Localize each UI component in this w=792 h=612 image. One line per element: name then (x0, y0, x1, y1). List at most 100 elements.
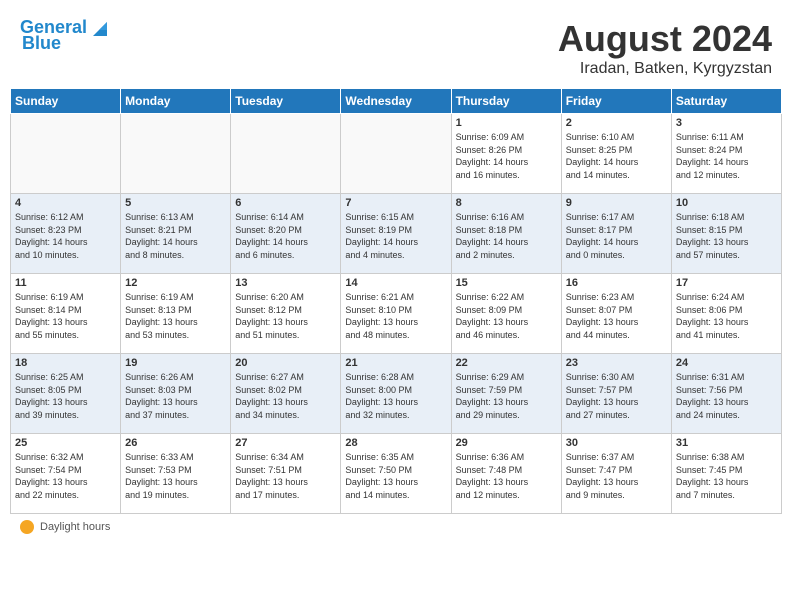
calendar-cell: 29 Sunrise: 6:36 AM Sunset: 7:48 PM Dayli… (451, 434, 561, 514)
day-info: Sunrise: 6:29 AM Sunset: 7:59 PM Dayligh… (456, 371, 557, 421)
day-number: 31 (676, 437, 777, 449)
month-year-title: August 2024 (558, 18, 772, 60)
calendar-cell: 31 Sunrise: 6:38 AM Sunset: 7:45 PM Dayli… (671, 434, 781, 514)
calendar-cell: 30 Sunrise: 6:37 AM Sunset: 7:47 PM Dayli… (561, 434, 671, 514)
calendar-cell: 19 Sunrise: 6:26 AM Sunset: 8:03 PM Dayli… (121, 354, 231, 434)
col-header-monday: Monday (121, 89, 231, 114)
day-info: Sunrise: 6:34 AM Sunset: 7:51 PM Dayligh… (235, 451, 336, 501)
calendar-cell: 1 Sunrise: 6:09 AM Sunset: 8:26 PM Daylig… (451, 114, 561, 194)
day-info: Sunrise: 6:24 AM Sunset: 8:06 PM Dayligh… (676, 291, 777, 341)
day-number: 11 (15, 277, 116, 289)
day-info: Sunrise: 6:23 AM Sunset: 8:07 PM Dayligh… (566, 291, 667, 341)
logo-icon (89, 16, 111, 38)
day-info: Sunrise: 6:26 AM Sunset: 8:03 PM Dayligh… (125, 371, 226, 421)
calendar-cell: 18Sunrise: 6:25 AM Sunset: 8:05 PM Dayli… (11, 354, 121, 434)
calendar-cell: 14Sunrise: 6:21 AM Sunset: 8:10 PM Dayli… (341, 274, 451, 354)
calendar-cell: 2Sunrise: 6:10 AM Sunset: 8:25 PM Daylig… (561, 114, 671, 194)
calendar-cell (231, 114, 341, 194)
day-info: Sunrise: 6:36 AM Sunset: 7:48 PM Dayligh… (456, 451, 557, 501)
col-header-wednesday: Wednesday (341, 89, 451, 114)
day-number: 16 (566, 277, 667, 289)
calendar-cell (121, 114, 231, 194)
calendar-cell: 23 Sunrise: 6:30 AM Sunset: 7:57 PM Dayli… (561, 354, 671, 434)
day-number: 3 (676, 117, 777, 129)
calendar-cell: 27 Sunrise: 6:34 AM Sunset: 7:51 PM Dayli… (231, 434, 341, 514)
day-number: 4 (15, 197, 116, 209)
logo: General Blue (20, 18, 111, 54)
day-info: Sunrise: 6:30 AM Sunset: 7:57 PM Dayligh… (566, 371, 667, 421)
day-number: 1 (456, 117, 557, 129)
col-header-tuesday: Tuesday (231, 89, 341, 114)
calendar-week-row: 1 Sunrise: 6:09 AM Sunset: 8:26 PM Daylig… (11, 114, 782, 194)
page-header: General Blue August 2024 Iradan, Batken,… (10, 10, 782, 82)
calendar-cell: 24Sunrise: 6:31 AM Sunset: 7:56 PM Dayli… (671, 354, 781, 434)
calendar-cell: 26 Sunrise: 6:33 AM Sunset: 7:53 PM Dayli… (121, 434, 231, 514)
calendar-cell: 10Sunrise: 6:18 AM Sunset: 8:15 PM Dayli… (671, 194, 781, 274)
day-number: 8 (456, 197, 557, 209)
day-info: Sunrise: 6:17 AM Sunset: 8:17 PM Dayligh… (566, 211, 667, 261)
calendar-cell: 22 Sunrise: 6:29 AM Sunset: 7:59 PM Dayli… (451, 354, 561, 434)
day-number: 13 (235, 277, 336, 289)
sun-icon (20, 520, 34, 534)
day-info: Sunrise: 6:37 AM Sunset: 7:47 PM Dayligh… (566, 451, 667, 501)
calendar-cell: 15 Sunrise: 6:22 AM Sunset: 8:09 PM Dayli… (451, 274, 561, 354)
calendar-cell: 13 Sunrise: 6:20 AM Sunset: 8:12 PM Dayli… (231, 274, 341, 354)
calendar-cell: 20 Sunrise: 6:27 AM Sunset: 8:02 PM Dayli… (231, 354, 341, 434)
day-info: Sunrise: 6:32 AM Sunset: 7:54 PM Dayligh… (15, 451, 116, 501)
day-info: Sunrise: 6:13 AM Sunset: 8:21 PM Dayligh… (125, 211, 226, 261)
day-info: Sunrise: 6:28 AM Sunset: 8:00 PM Dayligh… (345, 371, 446, 421)
day-info: Sunrise: 6:27 AM Sunset: 8:02 PM Dayligh… (235, 371, 336, 421)
day-info: Sunrise: 6:14 AM Sunset: 8:20 PM Dayligh… (235, 211, 336, 261)
calendar-cell (11, 114, 121, 194)
daylight-label: Daylight hours (40, 521, 110, 533)
day-info: Sunrise: 6:38 AM Sunset: 7:45 PM Dayligh… (676, 451, 777, 501)
day-number: 17 (676, 277, 777, 289)
day-number: 26 (125, 437, 226, 449)
day-number: 12 (125, 277, 226, 289)
day-info: Sunrise: 6:21 AM Sunset: 8:10 PM Dayligh… (345, 291, 446, 341)
day-number: 2 (566, 117, 667, 129)
day-info: Sunrise: 6:18 AM Sunset: 8:15 PM Dayligh… (676, 211, 777, 261)
calendar-cell: 3 Sunrise: 6:11 AM Sunset: 8:24 PM Daylig… (671, 114, 781, 194)
logo-blue: Blue (22, 33, 61, 53)
day-number: 28 (345, 437, 446, 449)
day-number: 27 (235, 437, 336, 449)
day-number: 22 (456, 357, 557, 369)
calendar-week-row: 25 Sunrise: 6:32 AM Sunset: 7:54 PM Dayli… (11, 434, 782, 514)
calendar-week-row: 4Sunrise: 6:12 AM Sunset: 8:23 PM Daylig… (11, 194, 782, 274)
calendar-cell: 6 Sunrise: 6:14 AM Sunset: 8:20 PM Daylig… (231, 194, 341, 274)
calendar-footer: Daylight hours (10, 514, 782, 534)
calendar-header-row: SundayMondayTuesdayWednesdayThursdayFrid… (11, 89, 782, 114)
day-number: 29 (456, 437, 557, 449)
day-number: 7 (345, 197, 446, 209)
calendar-cell: 16 Sunrise: 6:23 AM Sunset: 8:07 PM Dayli… (561, 274, 671, 354)
day-number: 23 (566, 357, 667, 369)
day-number: 6 (235, 197, 336, 209)
calendar-week-row: 11Sunrise: 6:19 AM Sunset: 8:14 PM Dayli… (11, 274, 782, 354)
day-info: Sunrise: 6:22 AM Sunset: 8:09 PM Dayligh… (456, 291, 557, 341)
day-number: 24 (676, 357, 777, 369)
day-info: Sunrise: 6:19 AM Sunset: 8:13 PM Dayligh… (125, 291, 226, 341)
location-subtitle: Iradan, Batken, Kyrgyzstan (558, 60, 772, 78)
day-number: 5 (125, 197, 226, 209)
day-number: 20 (235, 357, 336, 369)
calendar-table: SundayMondayTuesdayWednesdayThursdayFrid… (10, 88, 782, 514)
day-number: 30 (566, 437, 667, 449)
calendar-cell: 25 Sunrise: 6:32 AM Sunset: 7:54 PM Dayli… (11, 434, 121, 514)
day-info: Sunrise: 6:33 AM Sunset: 7:53 PM Dayligh… (125, 451, 226, 501)
day-info: Sunrise: 6:11 AM Sunset: 8:24 PM Dayligh… (676, 131, 777, 181)
day-info: Sunrise: 6:16 AM Sunset: 8:18 PM Dayligh… (456, 211, 557, 261)
day-info: Sunrise: 6:15 AM Sunset: 8:19 PM Dayligh… (345, 211, 446, 261)
day-info: Sunrise: 6:35 AM Sunset: 7:50 PM Dayligh… (345, 451, 446, 501)
day-info: Sunrise: 6:09 AM Sunset: 8:26 PM Dayligh… (456, 131, 557, 181)
calendar-cell: 9 Sunrise: 6:17 AM Sunset: 8:17 PM Daylig… (561, 194, 671, 274)
day-number: 9 (566, 197, 667, 209)
calendar-cell: 12 Sunrise: 6:19 AM Sunset: 8:13 PM Dayli… (121, 274, 231, 354)
day-info: Sunrise: 6:25 AM Sunset: 8:05 PM Dayligh… (15, 371, 116, 421)
day-number: 19 (125, 357, 226, 369)
day-info: Sunrise: 6:20 AM Sunset: 8:12 PM Dayligh… (235, 291, 336, 341)
col-header-saturday: Saturday (671, 89, 781, 114)
day-number: 25 (15, 437, 116, 449)
calendar-cell: 11Sunrise: 6:19 AM Sunset: 8:14 PM Dayli… (11, 274, 121, 354)
day-number: 15 (456, 277, 557, 289)
